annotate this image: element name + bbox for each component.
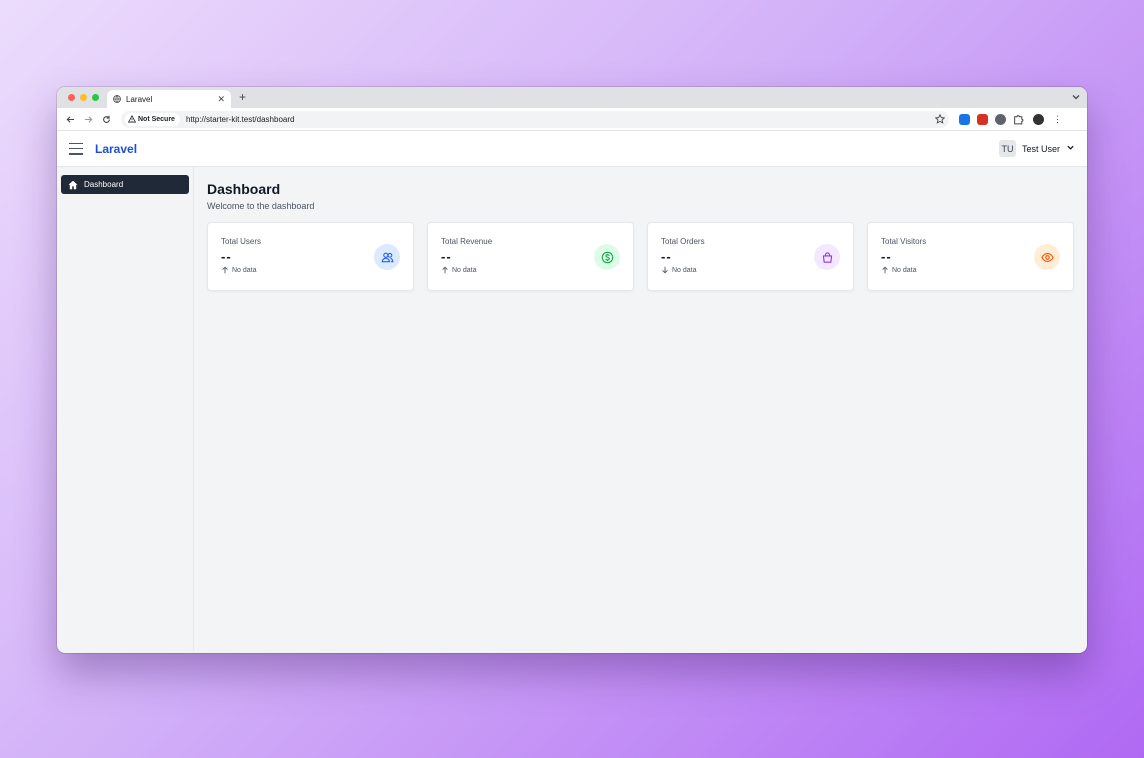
url-text[interactable]: http://starter-kit.test/dashboard — [186, 115, 935, 124]
stat-card-revenue: Total Revenue -- No data — [427, 222, 634, 291]
arrow-up-icon — [222, 266, 228, 274]
page-subtitle: Welcome to the dashboard — [207, 201, 315, 211]
stat-card-orders: Total Orders -- No data — [647, 222, 854, 291]
reload-icon — [102, 115, 110, 123]
arrow-right-icon — [84, 115, 92, 123]
tab-title: Laravel — [126, 94, 153, 104]
bookmark-star-icon[interactable] — [935, 114, 945, 124]
tab-search-chevron-icon[interactable] — [1071, 92, 1081, 102]
user-avatar: TU — [998, 140, 1016, 157]
stat-label: Total Revenue — [441, 237, 493, 246]
forward-button[interactable] — [79, 110, 97, 128]
stat-trend: No data — [441, 266, 620, 274]
security-label: Not Secure — [138, 115, 175, 123]
stats-cards: Total Users -- No data Total Revenue -- — [207, 222, 1074, 291]
address-bar[interactable]: Not Secure http://starter-kit.test/dashb… — [121, 110, 949, 128]
extension-icon-red[interactable] — [977, 113, 988, 125]
extensions-area — [959, 113, 1024, 125]
main-content: Dashboard Welcome to the dashboard Total… — [194, 167, 1087, 651]
user-name: Test User — [1021, 143, 1060, 154]
sidebar-item-label: Dashboard — [84, 180, 124, 189]
stat-icon-badge — [594, 244, 620, 270]
stat-trend: No data — [881, 266, 1060, 274]
brand-logo[interactable]: Laravel — [95, 142, 137, 156]
stat-trend-text: No data — [672, 266, 697, 274]
browser-menu-icon[interactable]: ⋮ — [1053, 114, 1062, 125]
stat-trend-text: No data — [892, 266, 917, 274]
app-body: Dashboard Dashboard Welcome to the dashb… — [57, 167, 1087, 651]
arrow-down-icon — [662, 266, 668, 274]
shopping-bag-icon — [822, 251, 832, 263]
puzzle-extensions-icon[interactable] — [1013, 114, 1024, 125]
chevron-down-icon — [1067, 145, 1074, 150]
browser-toolbar: Not Secure http://starter-kit.test/dashb… — [57, 108, 1087, 131]
maximize-window-button[interactable] — [92, 94, 99, 101]
stat-card-visitors: Total Visitors -- No data — [867, 222, 1074, 291]
browser-window: Laravel ✕ + Not Secure http://starter-ki… — [57, 87, 1087, 653]
window-controls — [68, 94, 99, 101]
app-header: Laravel TU Test User — [57, 131, 1087, 167]
profile-avatar-icon[interactable] — [1033, 113, 1044, 125]
stat-card-users: Total Users -- No data — [207, 222, 414, 291]
minimize-window-button[interactable] — [80, 94, 87, 101]
sidebar: Dashboard — [57, 167, 194, 651]
home-icon — [68, 180, 78, 189]
eye-icon — [1040, 252, 1054, 262]
stat-icon-badge — [374, 244, 400, 270]
warning-icon — [128, 115, 136, 123]
browser-tab[interactable]: Laravel ✕ — [107, 90, 231, 108]
hamburger-menu-icon[interactable] — [69, 142, 83, 155]
page-title: Dashboard — [207, 181, 281, 197]
stat-trend: No data — [661, 266, 840, 274]
arrow-up-icon — [442, 266, 448, 274]
users-icon — [381, 252, 394, 262]
stat-label: Total Orders — [661, 237, 705, 246]
reload-button[interactable] — [97, 110, 115, 128]
globe-icon — [113, 95, 121, 103]
sidebar-item-dashboard[interactable]: Dashboard — [61, 175, 189, 194]
new-tab-button[interactable]: + — [239, 90, 246, 104]
stat-label: Total Users — [221, 237, 262, 246]
extension-icon-blue[interactable] — [959, 113, 970, 125]
tab-bar: Laravel ✕ + — [57, 87, 1087, 108]
stat-trend-text: No data — [452, 266, 477, 274]
arrow-left-icon — [66, 115, 74, 123]
stat-label: Total Visitors — [881, 237, 927, 246]
stat-icon-badge — [814, 244, 840, 270]
stat-trend: No data — [221, 266, 400, 274]
user-menu[interactable]: TU Test User — [998, 140, 1075, 157]
arrow-up-icon — [882, 266, 888, 274]
close-window-button[interactable] — [68, 94, 75, 101]
back-button[interactable] — [61, 110, 79, 128]
stat-icon-badge — [1034, 244, 1060, 270]
extension-icon-grey[interactable] — [995, 113, 1006, 125]
stat-trend-text: No data — [232, 266, 257, 274]
dollar-icon — [601, 251, 613, 263]
security-indicator[interactable]: Not Secure — [125, 112, 180, 126]
close-tab-icon[interactable]: ✕ — [217, 94, 225, 105]
